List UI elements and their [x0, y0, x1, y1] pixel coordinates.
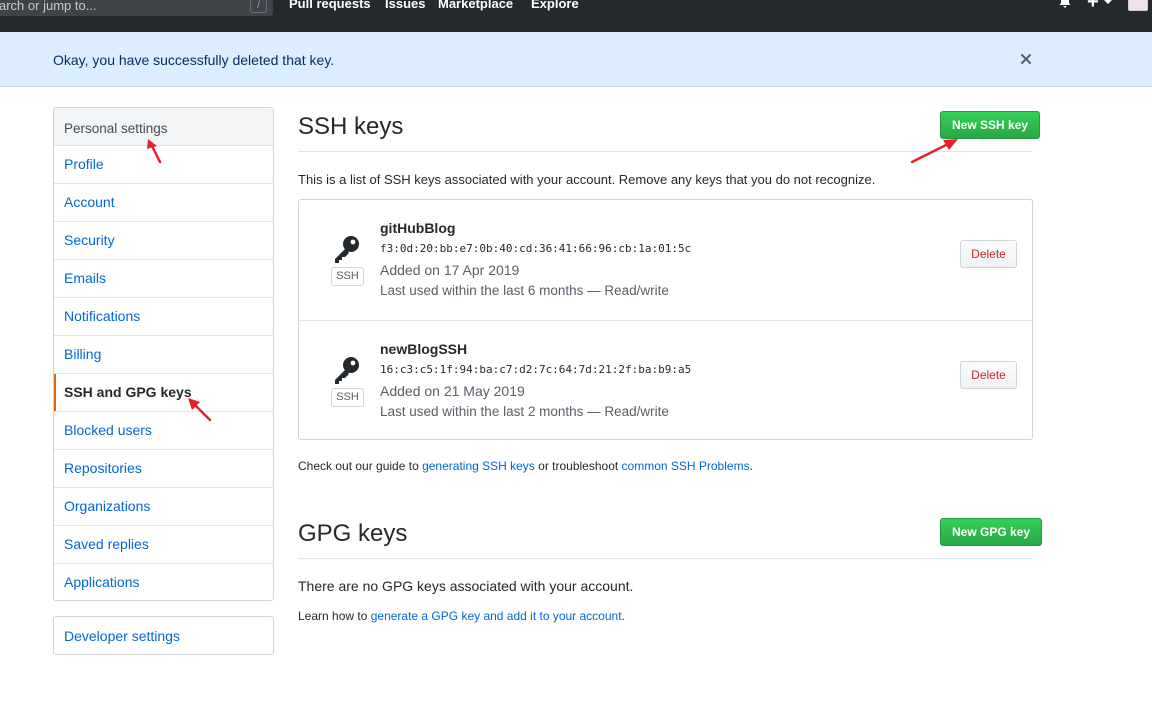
- generating-ssh-keys-link[interactable]: generating SSH keys: [422, 459, 535, 473]
- gpg-keys-title: GPG keys: [298, 520, 408, 547]
- key-added-date: Added on 21 May 2019: [380, 383, 525, 399]
- sidebar-item-organizations[interactable]: Organizations: [54, 488, 273, 526]
- sidebar-item-account[interactable]: Account: [54, 184, 273, 222]
- bell-icon[interactable]: [1057, 0, 1073, 10]
- key-added-date: Added on 17 Apr 2019: [380, 262, 520, 278]
- sidebar-item-blocked-users[interactable]: Blocked users: [54, 412, 273, 450]
- developer-menu: Developer settings: [53, 616, 274, 655]
- delete-key-button[interactable]: Delete: [960, 240, 1017, 268]
- learn-prefix: Learn how to: [298, 609, 371, 623]
- key-title: gitHubBlog: [380, 220, 456, 236]
- key-fingerprint: f3:0d:20:bb:e7:0b:40:cd:36:41:66:96:cb:1…: [380, 242, 692, 255]
- ssh-type-badge: SSH: [331, 388, 364, 407]
- annotation-arrow-icon: [147, 139, 162, 164]
- sidebar-item-developer-settings[interactable]: Developer settings: [54, 617, 273, 654]
- key-title: newBlogSSH: [380, 341, 468, 357]
- search-input[interactable]: arch or jump to... /: [0, 0, 273, 16]
- nav-explore[interactable]: Explore: [531, 0, 579, 11]
- annotation-arrow-icon: [910, 139, 958, 164]
- sidebar-item-saved-replies[interactable]: Saved replies: [54, 526, 273, 564]
- close-icon[interactable]: [1019, 52, 1033, 66]
- nav-pull-requests[interactable]: Pull requests: [289, 0, 371, 11]
- avatar[interactable]: [1128, 0, 1148, 11]
- sidebar-item-emails[interactable]: Emails: [54, 260, 273, 298]
- guide-middle: or troubleshoot: [534, 459, 622, 473]
- chevron-down-icon[interactable]: [1104, 0, 1112, 4]
- key-icon: [335, 357, 359, 384]
- common-ssh-problems-link[interactable]: common SSH Problems: [622, 459, 750, 473]
- sidebar-item-security[interactable]: Security: [54, 222, 273, 260]
- new-gpg-key-button[interactable]: New GPG key: [940, 518, 1043, 546]
- guide-suffix: .: [749, 459, 753, 473]
- nav-marketplace[interactable]: Marketplace: [438, 0, 513, 11]
- guide-prefix: Check out our guide to: [298, 459, 423, 473]
- ssh-keys-title: SSH keys: [298, 113, 404, 140]
- key-last-used: Last used within the last 6 months — Rea…: [380, 283, 669, 298]
- sidebar-item-billing[interactable]: Billing: [54, 336, 273, 374]
- gpg-empty-message: There are no GPG keys associated with yo…: [298, 578, 634, 594]
- list-item: SSH gitHubBlog f3:0d:20:bb:e7:0b:40:cd:3…: [299, 200, 1032, 320]
- delete-key-button[interactable]: Delete: [960, 361, 1017, 389]
- ssh-guide-note: Check out our guide to generating SSH ke…: [298, 459, 753, 473]
- top-header: arch or jump to... / Pull requests Issue…: [0, 0, 1152, 32]
- list-item: SSH newBlogSSH 16:c3:c5:1f:94:ba:c7:d2:7…: [299, 320, 1032, 440]
- sidebar-item-repositories[interactable]: Repositories: [54, 450, 273, 488]
- new-ssh-key-button[interactable]: New SSH key: [940, 111, 1041, 139]
- search-placeholder: arch or jump to...: [0, 0, 97, 13]
- slash-shortcut-icon: /: [250, 0, 267, 13]
- generate-gpg-key-link[interactable]: generate a GPG key and add it to your ac…: [371, 609, 622, 623]
- settings-menu: Personal settings Profile Account Securi…: [53, 107, 274, 601]
- key-fingerprint: 16:c3:c5:1f:94:ba:c7:d2:7c:64:7d:21:2f:b…: [380, 363, 692, 376]
- sidebar-item-applications[interactable]: Applications: [54, 564, 273, 600]
- ssh-key-list: SSH gitHubBlog f3:0d:20:bb:e7:0b:40:cd:3…: [298, 199, 1033, 440]
- key-icon: [335, 236, 359, 263]
- ssh-description: This is a list of SSH keys associated wi…: [298, 172, 876, 187]
- sidebar-item-notifications[interactable]: Notifications: [54, 298, 273, 336]
- annotation-arrow-icon: [188, 398, 212, 422]
- plus-icon[interactable]: +: [1087, 0, 1099, 12]
- flash-message: Okay, you have successfully deleted that…: [53, 52, 335, 68]
- flash-notice: Okay, you have successfully deleted that…: [0, 32, 1152, 87]
- nav-issues[interactable]: Issues: [385, 0, 425, 11]
- learn-suffix: .: [621, 609, 625, 623]
- key-last-used: Last used within the last 2 months — Rea…: [380, 404, 669, 419]
- ssh-type-badge: SSH: [331, 267, 364, 286]
- sidebar-item-ssh-gpg-keys[interactable]: SSH and GPG keys: [54, 374, 273, 412]
- gpg-learn-note: Learn how to generate a GPG key and add …: [298, 609, 625, 623]
- divider: [298, 558, 1033, 559]
